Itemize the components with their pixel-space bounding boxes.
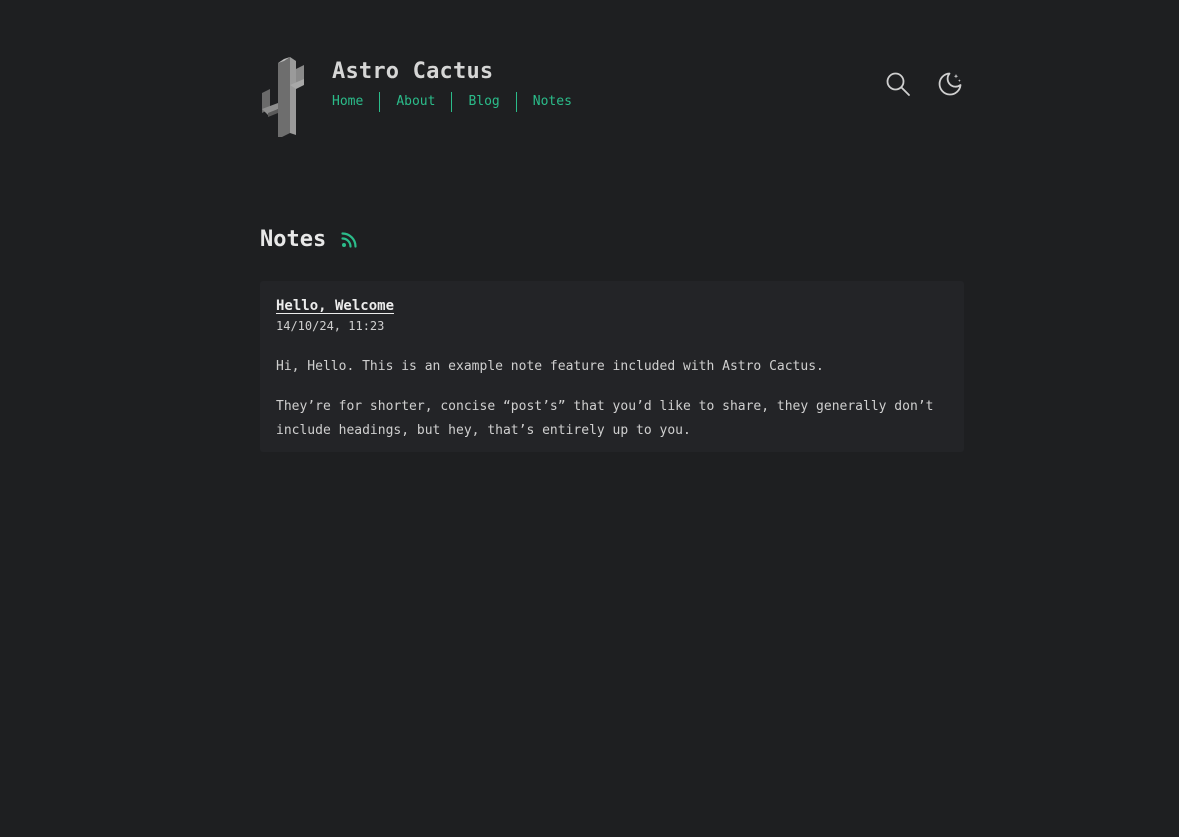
page-container: Astro Cactus Home About Blog Notes Notes… [260,0,964,452]
note-card: Hello, Welcome 14/10/24, 11:23 Hi, Hello… [260,281,964,452]
nav-item-about[interactable]: About [379,92,451,112]
note-title-link[interactable]: Hello, Welcome [276,296,394,316]
note-paragraph: They’re for shorter, concise “post’s” th… [276,399,934,438]
cactus-logo[interactable] [260,55,308,139]
site-header: Astro Cactus Home About Blog Notes [260,0,964,140]
header-tools [884,69,964,99]
cactus-logo-icon [262,57,304,139]
page-title: Notes [260,227,327,252]
brand: Astro Cactus Home About Blog Notes [332,58,588,112]
nav-item-notes[interactable]: Notes [515,92,588,112]
note-paragraph: Hi, Hello. This is an example note featu… [276,359,824,374]
nav-item-blog[interactable]: Blog [451,92,515,112]
page-heading: Notes [260,226,358,254]
site-title-link[interactable]: Astro Cactus [332,58,493,86]
moon-icon [938,72,962,96]
search-button[interactable] [884,69,912,99]
note-body: Hi, Hello. This is an example note featu… [276,355,948,443]
rss-feed-link[interactable] [340,231,358,249]
note-date: 14/10/24, 11:23 [276,319,385,333]
search-icon [886,72,910,96]
theme-toggle-button[interactable] [936,69,964,99]
main-nav: Home About Blog Notes [332,92,588,112]
nav-item-home[interactable]: Home [332,92,379,112]
rss-icon [341,232,357,248]
